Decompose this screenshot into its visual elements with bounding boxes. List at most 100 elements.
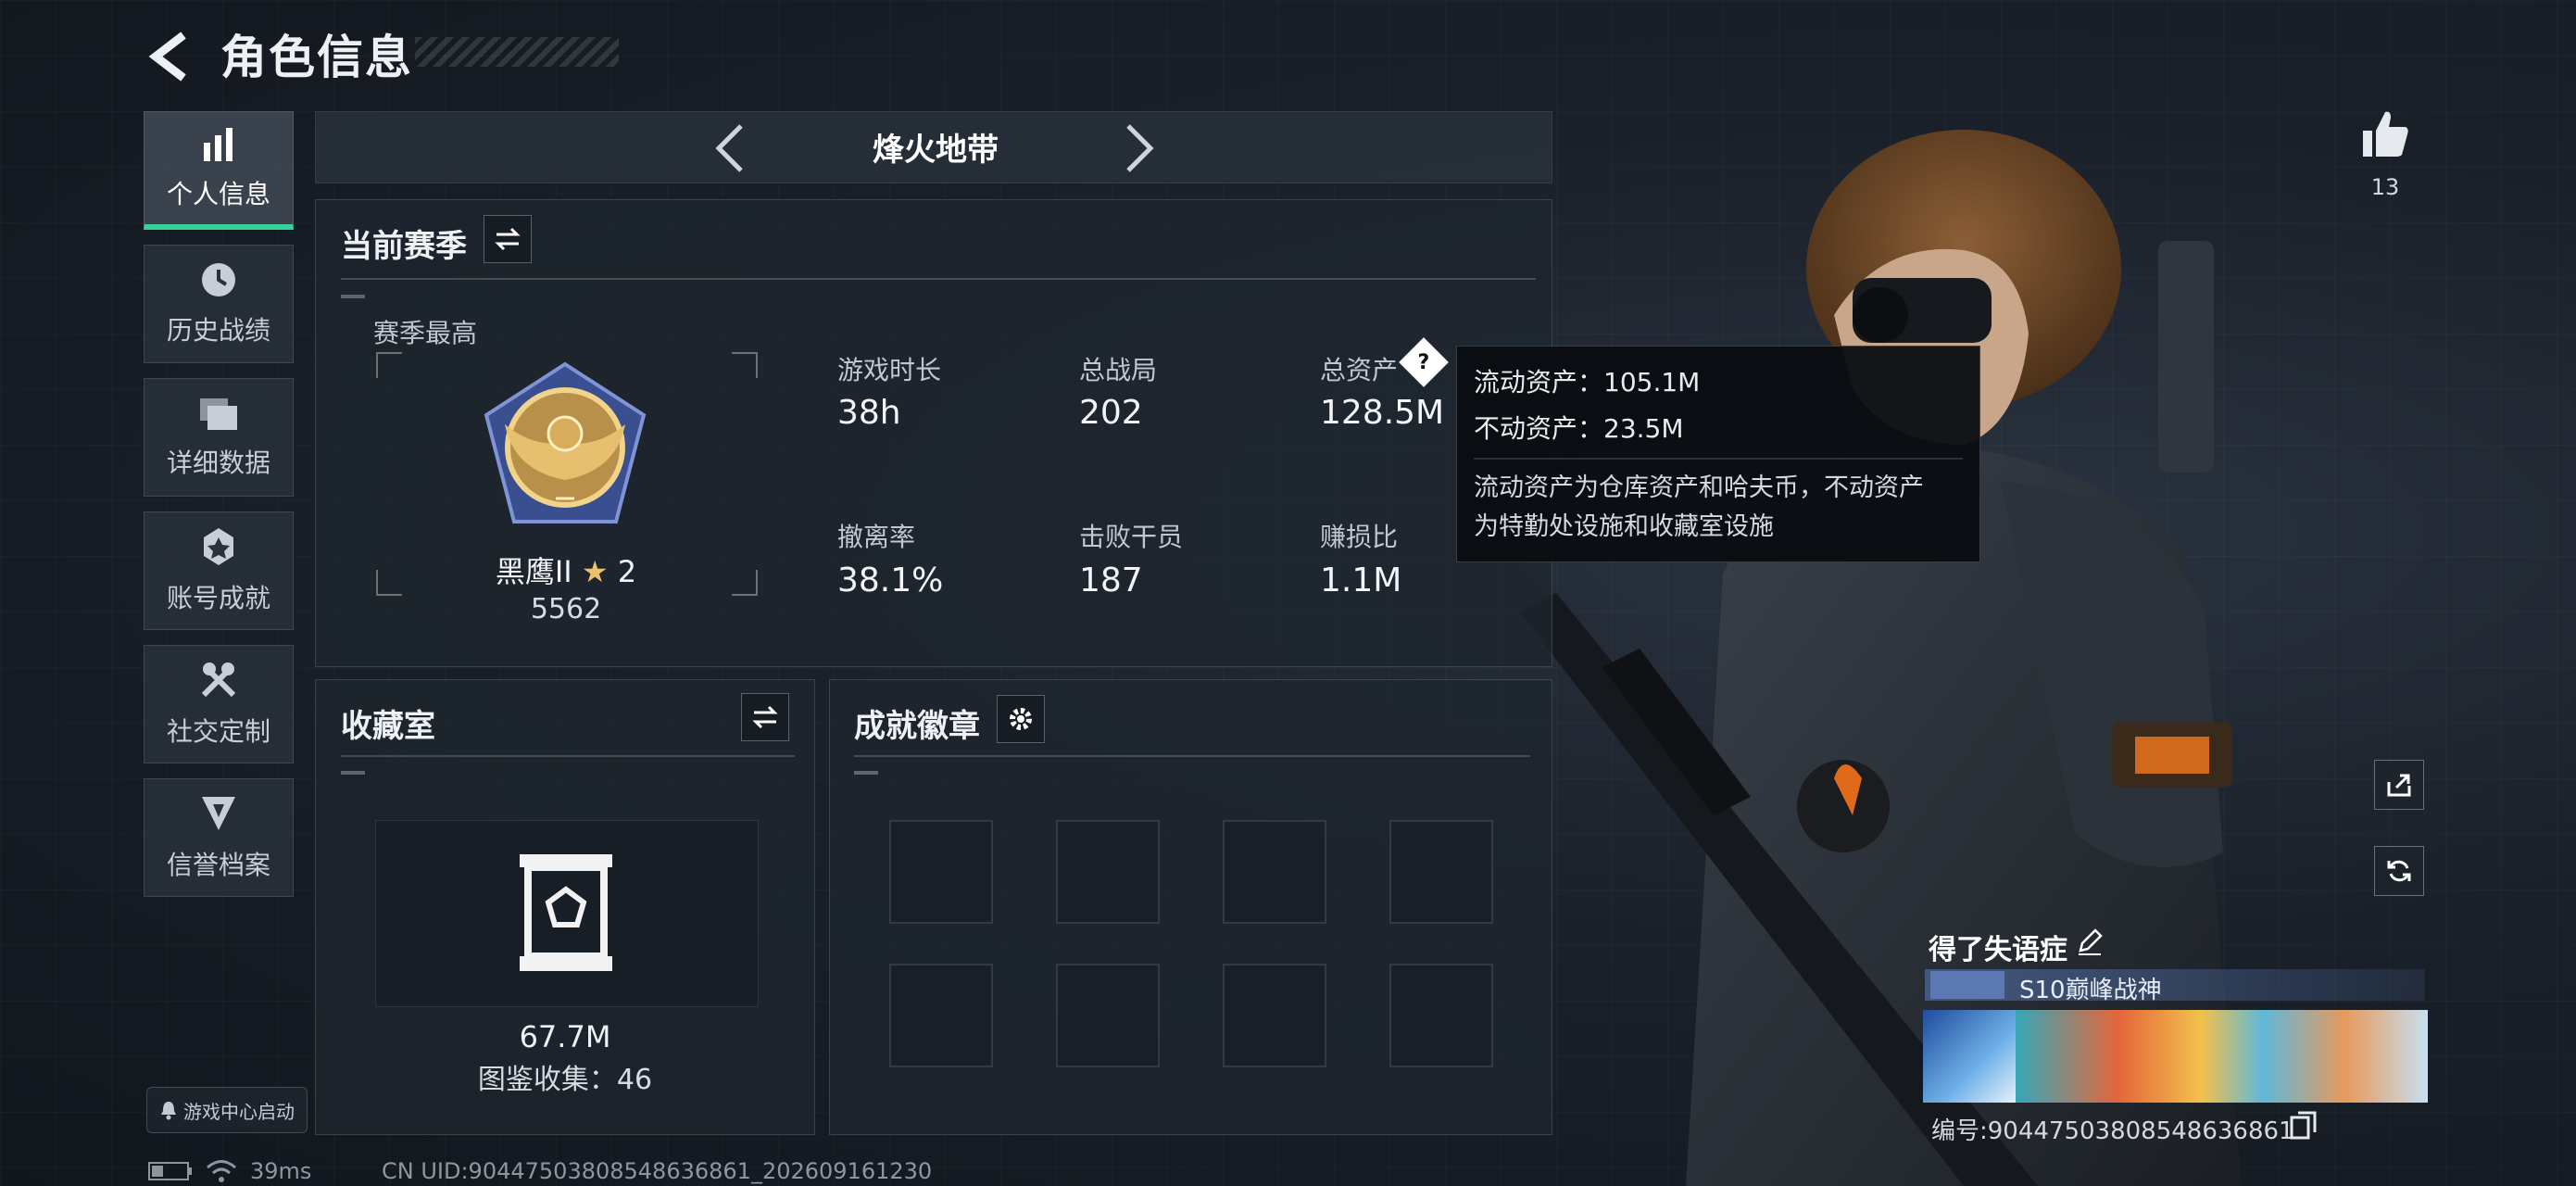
thumbs-up-icon[interactable]	[2357, 107, 2413, 162]
collection-value: 67.7M	[519, 1019, 611, 1054]
battery-icon	[148, 1162, 192, 1180]
frame-corner	[376, 570, 402, 596]
game-center-button[interactable]: 游戏中心启动	[146, 1087, 308, 1133]
season-dash	[341, 295, 365, 298]
refresh-icon	[2387, 860, 2411, 882]
sidebar-item-label: 信誉档案	[166, 850, 270, 880]
collection-dash	[341, 771, 365, 775]
collection-count: 图鉴收集：46	[477, 1064, 653, 1096]
achievement-dash	[854, 771, 878, 775]
sidebar-item-label: 个人信息	[166, 178, 270, 209]
display-case-icon	[520, 854, 612, 971]
stat-label-kills: 击败干员	[1079, 522, 1184, 552]
medal-icon	[204, 528, 233, 565]
stat-label-playtime: 游戏时长	[837, 355, 942, 385]
stat-value-extract-rate: 38.1%	[837, 561, 944, 599]
back-arrow-icon[interactable]	[139, 24, 204, 89]
assets-tooltip: 流动资产：105.1M 不动资产：23.5M 流动资产为仓库资产和哈夫币，不动资…	[1456, 346, 1980, 562]
player-name: 得了失语症	[1929, 934, 2067, 966]
rank-stars: 2	[617, 554, 637, 589]
bar-chart-icon	[204, 127, 232, 161]
tooltip-desc-line1: 流动资产为仓库资产和哈夫币，不动资产	[1474, 473, 1924, 502]
stat-label-extract-rate: 撤离率	[837, 522, 916, 552]
clock-icon	[202, 263, 235, 296]
sidebar-item-label: 详细数据	[166, 448, 270, 478]
achievement-slot[interactable]	[1056, 820, 1160, 924]
season-divider	[341, 278, 1536, 280]
copy-icon[interactable]	[2290, 1110, 2318, 1140]
sidebar-item-label: 社交定制	[166, 716, 270, 747]
collection-switch-button[interactable]	[741, 693, 789, 741]
uid-footer: CN UID:9044750380854863686​1_20260916123…	[382, 1158, 933, 1184]
swap-icon	[495, 227, 521, 251]
sidebar-item-personal-info[interactable]: 个人信息	[144, 111, 294, 230]
achievement-slot[interactable]	[889, 820, 993, 924]
rank-name: 黑鹰II	[495, 554, 572, 589]
share-icon	[2387, 774, 2411, 797]
rank-score: 5562	[530, 593, 602, 625]
tooltip-divider	[1474, 458, 1963, 460]
sidebar-item-label: 账号成就	[166, 583, 270, 613]
achievement-slot[interactable]	[1389, 964, 1493, 1067]
stat-value-playtime: 38h	[837, 394, 901, 432]
stat-value-kills: 187	[1079, 561, 1143, 599]
frame-corner	[376, 352, 402, 378]
tooltip-liquid-assets: 流动资产：105.1M	[1474, 367, 1701, 397]
stat-value-total-matches: 202	[1079, 394, 1143, 432]
sidebar-item-detailed-data[interactable]: 详细数据	[144, 378, 294, 497]
wifi-icon	[207, 1160, 236, 1182]
achievement-slot[interactable]	[1056, 964, 1160, 1067]
sidebar-item-credit-record[interactable]: 信誉档案	[144, 778, 294, 897]
stat-value-total-assets: 128.5M	[1320, 394, 1445, 432]
rank-badge-icon	[484, 361, 647, 524]
game-center-label: 游戏中心启动	[183, 1100, 295, 1123]
star-icon: ★	[581, 554, 609, 589]
tooltip-fixed-assets: 不动资产：23.5M	[1474, 413, 1684, 444]
folder-icon	[200, 398, 237, 430]
bell-icon	[161, 1102, 176, 1120]
avatar	[1923, 1010, 2016, 1103]
achievement-settings-button[interactable]	[997, 695, 1045, 743]
honor-title-badge	[1930, 971, 2004, 999]
stat-label-profit-ratio: 赚损比	[1320, 522, 1399, 552]
profile-banner[interactable]	[1923, 1010, 2428, 1103]
collection-title: 收藏室	[341, 708, 435, 745]
title-decoration	[415, 37, 619, 67]
collection-divider	[341, 755, 795, 757]
device-status: 39ms	[148, 1158, 311, 1184]
swap-icon	[752, 705, 778, 729]
sidebar-item-achievements[interactable]: 账号成就	[144, 511, 294, 630]
chevron-right-icon[interactable]	[1121, 120, 1158, 176]
ping-value: 39ms	[250, 1158, 312, 1184]
achievement-divider	[854, 755, 1530, 757]
tools-icon	[201, 662, 236, 698]
shield-icon	[202, 797, 235, 830]
share-button[interactable]	[2374, 760, 2424, 810]
frame-corner	[732, 352, 758, 378]
sidebar-item-history[interactable]: 历史战绩	[144, 245, 294, 363]
achievement-slot[interactable]	[1389, 820, 1493, 924]
stat-label-total-assets: 总资产	[1320, 355, 1399, 385]
sidebar-item-social-custom[interactable]: 社交定制	[144, 645, 294, 763]
season-switch-button[interactable]	[484, 215, 532, 263]
season-title: 当前赛季	[341, 228, 467, 265]
banner-image	[2016, 1010, 2428, 1103]
achievement-slot[interactable]	[1223, 820, 1326, 924]
stat-value-profit-ratio: 1.1M	[1320, 561, 1402, 599]
achievement-slot[interactable]	[889, 964, 993, 1067]
page-title: 角色信息	[220, 31, 413, 84]
edit-icon[interactable]	[2075, 927, 2105, 956]
achievement-title: 成就徽章	[854, 708, 980, 745]
gear-icon	[1010, 708, 1032, 730]
achievement-slot[interactable]	[1223, 964, 1326, 1067]
mode-title: 烽火地带	[873, 132, 999, 169]
rank-row: 黑鹰II ★ 2	[468, 549, 664, 591]
honor-title: S10巅峰战神	[2019, 977, 2162, 1004]
frame-corner	[732, 570, 758, 596]
stat-label-total-matches: 总战局	[1079, 355, 1158, 385]
refresh-button[interactable]	[2374, 846, 2424, 896]
tooltip-desc-line2: 为特勤处设施和收藏室设施	[1474, 512, 1774, 541]
season-best-label: 赛季最高	[373, 318, 478, 348]
like-count: 13	[2370, 174, 2400, 200]
chevron-left-icon[interactable]	[711, 120, 748, 176]
